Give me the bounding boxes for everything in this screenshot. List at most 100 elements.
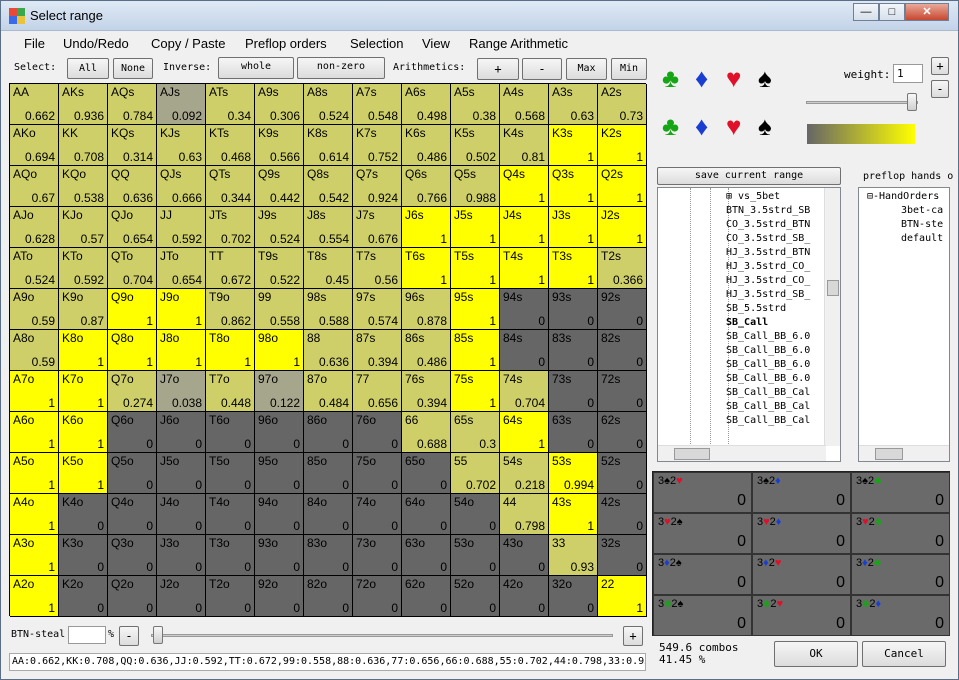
hand-cell[interactable]: 65s 0.3 — [451, 412, 500, 453]
hand-cell[interactable]: J3s 1 — [549, 207, 598, 248]
hand-cell[interactable]: T2s 0.366 — [598, 248, 647, 289]
hand-cell[interactable]: 42o 0 — [500, 576, 549, 617]
spade-icon[interactable]: ♠ — [758, 113, 772, 139]
hand-cell[interactable]: Q2s 1 — [598, 166, 647, 207]
inverse-whole-button[interactable]: whole — [218, 57, 294, 79]
hand-cell[interactable]: K3o 0 — [59, 535, 108, 576]
hand-cell[interactable]: 96s 0.878 — [402, 289, 451, 330]
hand-cell[interactable]: A3s 0.63 — [549, 84, 598, 125]
hand-cell[interactable]: JJ 0.592 — [157, 207, 206, 248]
hand-cell[interactable]: KTs 0.468 — [206, 125, 255, 166]
hand-cell[interactable]: Q7s 0.924 — [353, 166, 402, 207]
hand-cell[interactable]: J4o 0 — [157, 494, 206, 535]
hand-cell[interactable]: A5s 0.38 — [451, 84, 500, 125]
hand-cell[interactable]: ATs 0.34 — [206, 84, 255, 125]
combo-cell[interactable]: 3♣2♦ 0 — [851, 595, 950, 636]
hand-cell[interactable]: KJo 0.57 — [59, 207, 108, 248]
hand-cell[interactable]: KQs 0.314 — [108, 125, 157, 166]
hand-cell[interactable]: 83s 0 — [549, 330, 598, 371]
hand-cell[interactable]: 88 0.636 — [304, 330, 353, 371]
hand-cell[interactable]: K6s 0.486 — [402, 125, 451, 166]
hand-cell[interactable]: J9s 0.524 — [255, 207, 304, 248]
menu-file[interactable]: File — [24, 36, 45, 51]
hand-cell[interactable]: Q9s 0.442 — [255, 166, 304, 207]
hand-cell[interactable]: 54s 0.218 — [500, 453, 549, 494]
list-vscroll-thumb[interactable] — [827, 280, 839, 296]
hand-cell[interactable]: 96o 0 — [255, 412, 304, 453]
hand-cell[interactable]: 22 1 — [598, 576, 647, 617]
hand-cell[interactable]: Q2o 0 — [108, 576, 157, 617]
hand-cell[interactable]: J5s 1 — [451, 207, 500, 248]
combo-cell[interactable]: 3♥2♦ 0 — [752, 513, 851, 554]
hand-cell[interactable]: K8s 0.614 — [304, 125, 353, 166]
hand-cell[interactable]: T4s 1 — [500, 248, 549, 289]
hand-cell[interactable]: A2s 0.73 — [598, 84, 647, 125]
save-current-range-button[interactable]: save current range — [657, 167, 841, 185]
hand-cell[interactable]: A9s 0.306 — [255, 84, 304, 125]
hand-cell[interactable]: 75o 0 — [353, 453, 402, 494]
hand-cell[interactable]: 64o 0 — [402, 494, 451, 535]
percent-input[interactable] — [68, 626, 106, 644]
ok-button[interactable]: OK — [774, 641, 858, 667]
hand-cell[interactable]: 32s 0 — [598, 535, 647, 576]
hand-cell[interactable]: J4s 1 — [500, 207, 549, 248]
hand-cell[interactable]: 53s 0.994 — [549, 453, 598, 494]
hand-cell[interactable]: 66 0.688 — [402, 412, 451, 453]
hand-cell[interactable]: 97o 0.122 — [255, 371, 304, 412]
menu-preflop-orders[interactable]: Preflop orders — [245, 36, 327, 51]
hand-cell[interactable]: 92o 0 — [255, 576, 304, 617]
hand-cell[interactable]: T8s 0.45 — [304, 248, 353, 289]
range-list-item[interactable]: HJ_3.5strd_BTN — [726, 246, 826, 260]
hand-cell[interactable]: A7s 0.548 — [353, 84, 402, 125]
maximize-button[interactable]: □ — [879, 3, 905, 21]
hand-cell[interactable]: J5o 0 — [157, 453, 206, 494]
hand-cell[interactable]: 63s 0 — [549, 412, 598, 453]
weight-plus-button[interactable]: + — [931, 57, 949, 75]
menu-selection[interactable]: Selection — [350, 36, 403, 51]
hand-cell[interactable]: A4s 0.568 — [500, 84, 549, 125]
hand-cell[interactable]: A7o 1 — [10, 371, 59, 412]
arith-min-button[interactable]: Min — [611, 58, 647, 80]
range-list-item[interactable]: SB_Call_BB_6.0 — [726, 358, 826, 372]
hand-cell[interactable]: K7o 1 — [59, 371, 108, 412]
menu-undo-redo[interactable]: Undo/Redo — [63, 36, 129, 51]
hand-cell[interactable]: 95o 0 — [255, 453, 304, 494]
hand-cell[interactable]: 93o 0 — [255, 535, 304, 576]
hand-cell[interactable]: 32o 0 — [549, 576, 598, 617]
weight-slider-thumb[interactable] — [907, 93, 917, 111]
hand-cell[interactable]: AKs 0.936 — [59, 84, 108, 125]
hand-cell[interactable]: 76o 0 — [353, 412, 402, 453]
hand-cell[interactable]: 84s 0 — [500, 330, 549, 371]
hand-cell[interactable]: Q7o 0.274 — [108, 371, 157, 412]
range-list-item[interactable]: CO_3.5strd_BTN — [726, 218, 826, 232]
hand-cell[interactable]: 84o 0 — [304, 494, 353, 535]
hand-cell[interactable]: T7s 0.56 — [353, 248, 402, 289]
hand-cell[interactable]: AJo 0.628 — [10, 207, 59, 248]
hand-cell[interactable]: Q3o 0 — [108, 535, 157, 576]
combo-cell[interactable]: 3♦2♠ 0 — [653, 554, 752, 595]
hand-cell[interactable]: J6o 0 — [157, 412, 206, 453]
menu-copy-paste[interactable]: Copy / Paste — [151, 36, 225, 51]
hand-cell[interactable]: J7o 0.038 — [157, 371, 206, 412]
hand-cell[interactable]: 77 0.656 — [353, 371, 402, 412]
hand-cell[interactable]: A8s 0.524 — [304, 84, 353, 125]
hand-cell[interactable]: 94o 0 — [255, 494, 304, 535]
hand-cell[interactable]: Q8o 1 — [108, 330, 157, 371]
hand-cell[interactable]: 43o 0 — [500, 535, 549, 576]
hand-cell[interactable]: AJs 0.092 — [157, 84, 206, 125]
hand-cell[interactable]: J8o 1 — [157, 330, 206, 371]
range-list-item[interactable]: SB_Call_BB_Cal — [726, 414, 826, 428]
menu-range-arithmetic[interactable]: Range Arithmetic — [469, 36, 568, 51]
hand-cell[interactable]: KTo 0.592 — [59, 248, 108, 289]
hand-cell[interactable]: K7s 0.752 — [353, 125, 402, 166]
hand-cell[interactable]: 94s 0 — [500, 289, 549, 330]
diamond-icon[interactable]: ♦ — [695, 65, 708, 91]
hand-cell[interactable]: KK 0.708 — [59, 125, 108, 166]
range-list-item[interactable]: HJ_3.5strd_CO_ — [726, 274, 826, 288]
hand-cell[interactable]: 53o 0 — [451, 535, 500, 576]
hand-cell[interactable]: A4o 1 — [10, 494, 59, 535]
hand-cell[interactable]: Q3s 1 — [549, 166, 598, 207]
cancel-button[interactable]: Cancel — [862, 641, 946, 667]
hand-cell[interactable]: 64s 1 — [500, 412, 549, 453]
hand-cell[interactable]: T7o 0.448 — [206, 371, 255, 412]
